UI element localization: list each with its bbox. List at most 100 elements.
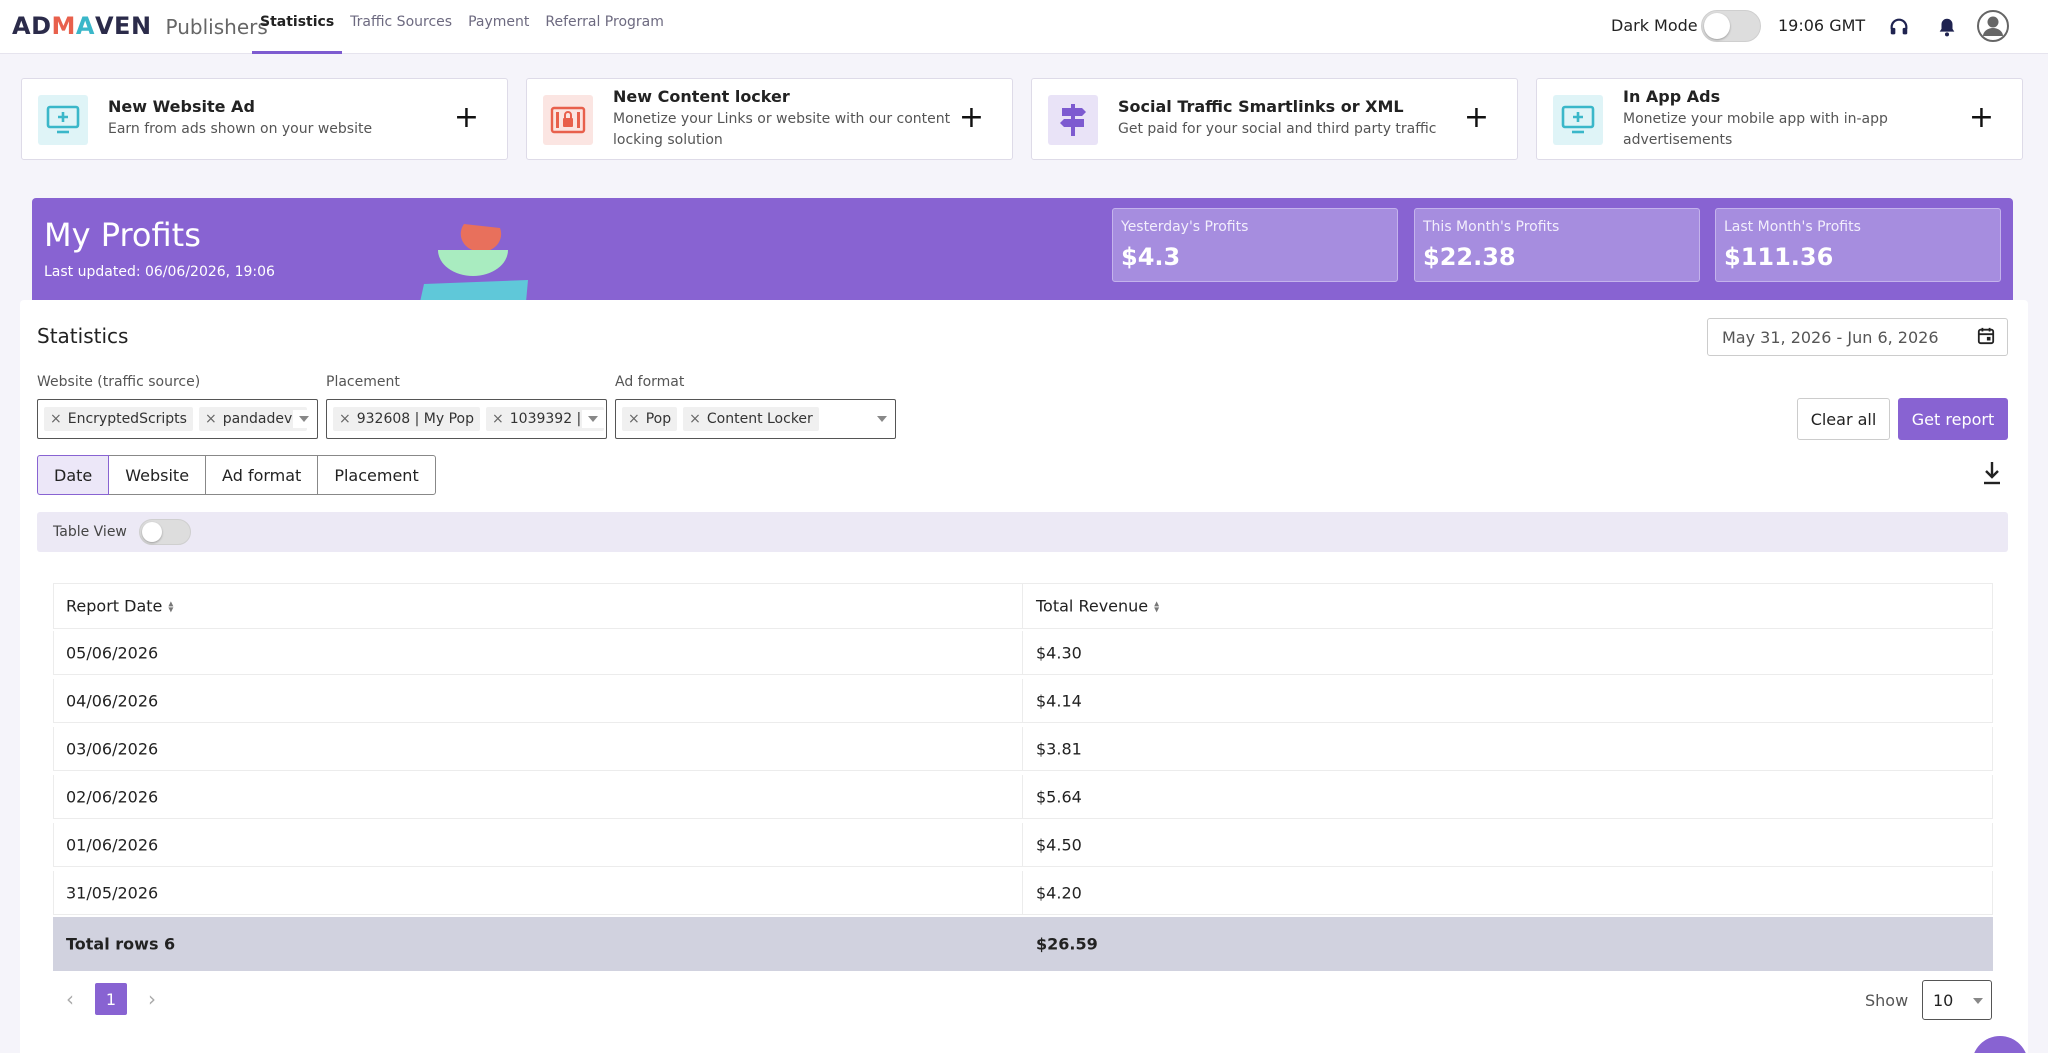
decorative-shapes-icon <box>420 224 528 302</box>
website-filter-select[interactable]: × EncryptedScripts × pandadeve <box>37 399 318 439</box>
card-desc: Monetize your mobile app with in-app adv… <box>1623 111 1888 148</box>
group-by-adformat-button[interactable]: Ad format <box>205 455 319 495</box>
tab-payment[interactable]: Payment <box>460 0 537 54</box>
prev-page-icon[interactable]: ‹ <box>53 982 87 1016</box>
chip-remove-icon[interactable]: × <box>622 411 646 427</box>
chip-label: 932608 | My Pop <box>356 411 475 427</box>
clear-all-button[interactable]: Clear all <box>1797 398 1890 440</box>
cell-date: 01/06/2026 <box>66 835 159 854</box>
chip-label: Pop <box>645 411 672 427</box>
card-desc: Monetize your Links or website with our … <box>613 111 951 148</box>
cell-revenue: $4.50 <box>1036 835 1082 854</box>
rows-per-page-value: 10 <box>1933 991 1954 1010</box>
placement-filter-select[interactable]: × 932608 | My Pop × 1039392 | M <box>326 399 607 439</box>
table-total-row: Total rows 6 $26.59 <box>53 917 1993 971</box>
sort-icon[interactable]: ▴ ▾ <box>1154 599 1159 615</box>
lock-screen-icon <box>543 95 593 145</box>
filter-chip: × pandadeve <box>198 407 307 431</box>
monitor-plus-icon <box>38 95 88 145</box>
stat-this-month: This Month's Profits $22.38 <box>1414 208 1700 282</box>
cell-date: 04/06/2026 <box>66 691 159 710</box>
filter-chip: × Content Locker <box>683 407 819 431</box>
admaven-logo[interactable]: AD M A VEN Publishers <box>12 12 268 40</box>
header-label: Report Date <box>66 596 163 616</box>
toggle-knob <box>142 522 162 542</box>
card-new-content-locker[interactable]: New Content locker Monetize your Links o… <box>526 78 1013 160</box>
tab-referral-program[interactable]: Referral Program <box>537 0 672 54</box>
chip-remove-icon[interactable]: × <box>486 411 510 427</box>
website-filter-label: Website (traffic source) <box>37 374 201 390</box>
user-avatar-icon[interactable] <box>1977 10 2009 42</box>
monitor-plus-icon <box>1553 95 1603 145</box>
cell-date: 03/06/2026 <box>66 739 159 758</box>
column-divider <box>1022 584 1023 628</box>
card-desc: Get paid for your social and third party… <box>1118 121 1437 137</box>
table-header-row: Report Date ▴ ▾ Total Revenue ▴ ▾ <box>53 583 1993 629</box>
table-view-toggle[interactable] <box>139 519 191 545</box>
calendar-icon <box>1977 327 1997 347</box>
column-divider <box>1022 823 1023 866</box>
column-divider <box>1022 775 1023 818</box>
cell-date: 31/05/2026 <box>66 883 159 902</box>
date-range-value: May 31, 2026 - Jun 6, 2026 <box>1722 328 1939 347</box>
tab-statistics[interactable]: Statistics <box>252 0 343 54</box>
total-rows-label: Total rows 6 <box>66 934 176 953</box>
group-by-date-button[interactable]: Date <box>37 455 110 495</box>
chip-label: Content Locker <box>706 411 813 427</box>
plus-icon[interactable]: + <box>1969 103 1994 133</box>
chip-remove-icon[interactable]: × <box>199 411 223 427</box>
header-label: Total Revenue <box>1036 596 1149 616</box>
adformat-filter-label: Ad format <box>615 374 685 390</box>
card-social-traffic[interactable]: Social Traffic Smartlinks or XML Get pai… <box>1031 78 1518 160</box>
dark-mode-label: Dark Mode <box>1611 16 1698 35</box>
chip-remove-icon[interactable]: × <box>683 411 707 427</box>
cell-revenue: $3.81 <box>1036 739 1082 758</box>
group-by-website-button[interactable]: Website <box>108 455 207 495</box>
sort-icon[interactable]: ▴ ▾ <box>168 599 173 615</box>
card-new-website-ad[interactable]: New Website Ad Earn from ads shown on yo… <box>21 78 508 160</box>
plus-icon[interactable]: + <box>454 103 479 133</box>
tab-traffic-sources[interactable]: Traffic Sources <box>342 0 460 54</box>
header-report-date[interactable]: Report Date ▴ ▾ <box>66 597 173 616</box>
get-report-button[interactable]: Get report <box>1898 398 2008 440</box>
dark-mode-toggle[interactable] <box>1701 10 1761 42</box>
group-by-buttons: Date Website Ad format Placement <box>37 455 436 495</box>
stat-label: Yesterday's Profits <box>1121 219 1249 235</box>
chip-label: pandadeve <box>222 411 301 427</box>
download-icon[interactable] <box>1980 460 2008 488</box>
chevron-down-icon <box>588 416 598 422</box>
card-title: New Content locker <box>613 87 790 106</box>
column-divider <box>1022 727 1023 770</box>
group-by-placement-button[interactable]: Placement <box>317 455 436 495</box>
top-nav: AD M A VEN Publishers Statistics Traffic So… <box>0 0 2048 54</box>
adformat-filter-select[interactable]: × Pop × Content Locker <box>615 399 896 439</box>
card-title: Social Traffic Smartlinks or XML <box>1118 97 1404 116</box>
toggle-knob <box>1704 13 1730 39</box>
card-desc: Earn from ads shown on your website <box>108 121 373 137</box>
headset-icon[interactable] <box>1888 16 1910 38</box>
filter-chip: × 1039392 | M <box>486 407 604 431</box>
filter-chip: × EncryptedScripts <box>44 407 193 431</box>
logo-part-1: AD <box>12 12 52 40</box>
cell-revenue: $5.64 <box>1036 787 1082 806</box>
card-in-app-ads[interactable]: In App Ads Monetize your mobile app with… <box>1536 78 2023 160</box>
show-label: Show <box>1865 991 1909 1010</box>
stat-value: $111.36 <box>1724 243 1834 271</box>
header-total-revenue[interactable]: Total Revenue ▴ ▾ <box>1036 597 1159 616</box>
bell-icon[interactable] <box>1936 16 1958 38</box>
chip-remove-icon[interactable]: × <box>44 411 68 427</box>
filter-chip: × 932608 | My Pop <box>333 407 481 431</box>
table-view-bar: Table View <box>37 512 2008 552</box>
cell-revenue: $4.30 <box>1036 643 1082 662</box>
plus-icon[interactable]: + <box>1464 103 1489 133</box>
date-range-picker[interactable]: May 31, 2026 - Jun 6, 2026 <box>1707 318 2008 356</box>
chip-label: EncryptedScripts <box>67 411 187 427</box>
page-1-button[interactable]: 1 <box>95 983 127 1015</box>
gmt-time: 19:06 GMT <box>1778 16 1866 35</box>
plus-icon[interactable]: + <box>959 103 984 133</box>
next-page-icon[interactable]: › <box>135 982 169 1016</box>
rows-per-page-select[interactable]: 10 <box>1922 980 1992 1020</box>
stat-label: This Month's Profits <box>1423 219 1560 235</box>
chip-remove-icon[interactable]: × <box>333 411 357 427</box>
chip-label: 1039392 | M <box>509 411 598 427</box>
